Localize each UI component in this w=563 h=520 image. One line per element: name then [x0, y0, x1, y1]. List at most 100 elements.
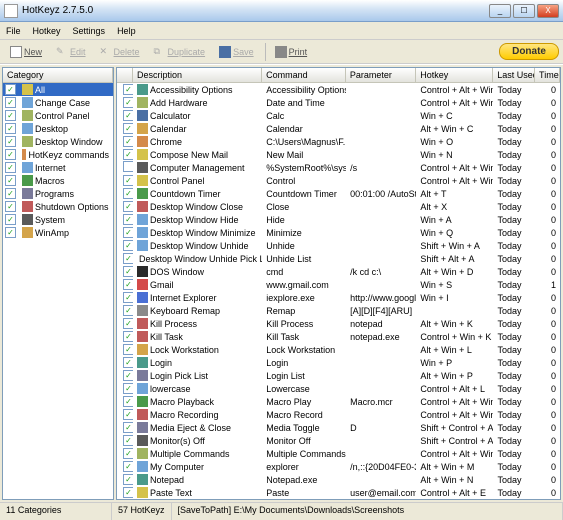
checkbox-icon[interactable]: ✓: [5, 84, 16, 95]
checkbox-icon[interactable]: ✓: [5, 188, 16, 199]
checkbox-icon[interactable]: ✓: [123, 370, 133, 381]
hotkey-row[interactable]: ✓Keyboard RemapRemap[A][D][F4][ARU]Today…: [117, 304, 560, 317]
hotkey-row[interactable]: ✓Macro PlaybackMacro PlayMacro.mcrContro…: [117, 395, 560, 408]
col-hotkey[interactable]: Hotkey: [416, 68, 493, 82]
checkbox-icon[interactable]: ✓: [123, 266, 133, 277]
checkbox-icon[interactable]: ✓: [123, 227, 133, 238]
col-timesused[interactable]: Times Used: [535, 68, 560, 82]
checkbox-icon[interactable]: ✓: [5, 110, 16, 121]
hotkey-row[interactable]: ✓Kill TaskKill Tasknotepad.exeControl + …: [117, 330, 560, 343]
hotkey-row[interactable]: Computer Management%SystemRoot%\syst.../…: [117, 161, 560, 174]
hotkey-row[interactable]: ✓Add HardwareDate and TimeControl + Alt …: [117, 96, 560, 109]
checkbox-icon[interactable]: ✓: [123, 292, 133, 303]
hotkey-row[interactable]: ✓Desktop Window CloseCloseAlt + XToday0: [117, 200, 560, 213]
checkbox-icon[interactable]: [123, 161, 133, 172]
hotkey-row[interactable]: ✓CalculatorCalcWin + CToday0: [117, 109, 560, 122]
checkbox-icon[interactable]: ✓: [123, 435, 133, 446]
checkbox-icon[interactable]: ✓: [123, 396, 133, 407]
menu-file[interactable]: File: [6, 26, 21, 36]
checkbox-icon[interactable]: ✓: [5, 149, 16, 160]
hotkey-row[interactable]: ✓Paste TextPasteuser@email.comControl + …: [117, 486, 560, 499]
checkbox-icon[interactable]: ✓: [123, 409, 133, 420]
hotkey-row[interactable]: ✓Lock WorkstationLock WorkstationAlt + W…: [117, 343, 560, 356]
hotkey-row[interactable]: ✓Internet Exploreriexplore.exehttp://www…: [117, 291, 560, 304]
checkbox-icon[interactable]: ✓: [123, 149, 133, 160]
checkbox-icon[interactable]: ✓: [123, 357, 133, 368]
hotkey-row[interactable]: ✓Desktop Window UnhideUnhideShift + Win …: [117, 239, 560, 252]
close-button[interactable]: X: [537, 4, 559, 18]
checkbox-icon[interactable]: ✓: [123, 448, 133, 459]
category-row[interactable]: ✓Change Case: [3, 96, 113, 109]
checkbox-icon[interactable]: ✓: [123, 461, 133, 472]
category-row[interactable]: ✓Programs: [3, 187, 113, 200]
category-row[interactable]: ✓All: [3, 83, 113, 96]
checkbox-icon[interactable]: ✓: [5, 97, 16, 108]
category-header[interactable]: Category: [3, 68, 113, 82]
checkbox-icon[interactable]: ✓: [123, 214, 133, 225]
category-row[interactable]: ✓Control Panel: [3, 109, 113, 122]
checkbox-icon[interactable]: ✓: [5, 175, 16, 186]
category-row[interactable]: ✓Macros: [3, 174, 113, 187]
checkbox-icon[interactable]: ✓: [123, 110, 133, 121]
donate-button[interactable]: Donate: [499, 43, 559, 60]
checkbox-icon[interactable]: ✓: [123, 422, 133, 433]
menu-settings[interactable]: Settings: [73, 26, 106, 36]
hotkey-row[interactable]: ✓Control PanelControlControl + Alt + Win…: [117, 174, 560, 187]
checkbox-icon[interactable]: ✓: [123, 84, 133, 95]
col-lastused[interactable]: Last Used: [493, 68, 535, 82]
hotkey-row[interactable]: ✓Desktop Window Unhide Pick ListUnhide L…: [117, 252, 560, 265]
hotkey-row[interactable]: ✓Kill ProcessKill ProcessnotepadAlt + Wi…: [117, 317, 560, 330]
category-row[interactable]: ✓WinAmp: [3, 226, 113, 239]
minimize-button[interactable]: _: [489, 4, 511, 18]
checkbox-icon[interactable]: ✓: [5, 227, 16, 238]
hotkey-row[interactable]: ✓Desktop Window HideHideWin + AToday0: [117, 213, 560, 226]
hotkey-row[interactable]: ✓NotepadNotepad.exeAlt + Win + NToday0: [117, 473, 560, 486]
hotkey-row[interactable]: ✓Macro RecordingMacro RecordControl + Al…: [117, 408, 560, 421]
hotkey-row[interactable]: ✓DOS Windowcmd/k cd c:\Alt + Win + DToda…: [117, 265, 560, 278]
checkbox-icon[interactable]: ✓: [123, 474, 133, 485]
hotkey-row[interactable]: ✓Countdown TimerCountdown Timer00:01:00 …: [117, 187, 560, 200]
hotkey-row[interactable]: ✓CalendarCalendarAlt + Win + CToday0: [117, 122, 560, 135]
checkbox-icon[interactable]: ✓: [123, 97, 133, 108]
category-row[interactable]: ✓HotKeyz commands: [3, 148, 113, 161]
checkbox-icon[interactable]: ✓: [5, 123, 16, 134]
checkbox-icon[interactable]: ✓: [123, 487, 133, 498]
hotkey-row[interactable]: ✓ChromeC:\Users\Magnus\F...Win + OToday0: [117, 135, 560, 148]
hotkey-row[interactable]: ✓Media Eject & CloseMedia ToggleDShift +…: [117, 421, 560, 434]
hotkey-row[interactable]: ✓My Computerexplorer/n,::{20D04FE0-3AEA-…: [117, 460, 560, 473]
checkbox-icon[interactable]: ✓: [123, 136, 133, 147]
checkbox-icon[interactable]: ✓: [123, 318, 133, 329]
hotkey-row[interactable]: ✓Multiple CommandsMultiple CommandsContr…: [117, 447, 560, 460]
hotkey-row[interactable]: ✓lowercaseLowercaseControl + Alt + LToda…: [117, 382, 560, 395]
hotkey-row[interactable]: ✓Gmailwww.gmail.comWin + SToday1: [117, 278, 560, 291]
category-row[interactable]: ✓Internet: [3, 161, 113, 174]
new-button[interactable]: New: [4, 43, 48, 61]
category-row[interactable]: ✓System: [3, 213, 113, 226]
maximize-button[interactable]: ☐: [513, 4, 535, 18]
checkbox-icon[interactable]: ✓: [5, 136, 16, 147]
checkbox-icon[interactable]: ✓: [123, 201, 133, 212]
print-button[interactable]: Print: [269, 43, 314, 61]
col-description[interactable]: Description: [133, 68, 262, 82]
category-row[interactable]: ✓Desktop Window: [3, 135, 113, 148]
checkbox-icon[interactable]: ✓: [123, 305, 133, 316]
hotkey-row[interactable]: ✓LoginLoginWin + PToday0: [117, 356, 560, 369]
checkbox-icon[interactable]: ✓: [5, 162, 16, 173]
category-row[interactable]: ✓Shutdown Options: [3, 200, 113, 213]
col-command[interactable]: Command: [262, 68, 346, 82]
duplicate-button[interactable]: ⧉Duplicate: [148, 43, 212, 61]
hotkey-row[interactable]: ✓Monitor(s) OffMonitor OffShift + Contro…: [117, 434, 560, 447]
category-row[interactable]: ✓Desktop: [3, 122, 113, 135]
checkbox-icon[interactable]: ✓: [123, 344, 133, 355]
delete-button[interactable]: ✕Delete: [94, 43, 146, 61]
hotkey-row[interactable]: ✓Accessibility OptionsAccessibility Opti…: [117, 83, 560, 96]
checkbox-icon[interactable]: ✓: [123, 253, 133, 264]
checkbox-icon[interactable]: ✓: [123, 279, 133, 290]
hotkey-row[interactable]: ✓Login Pick ListLogin ListAlt + Win + PT…: [117, 369, 560, 382]
checkbox-icon[interactable]: ✓: [123, 331, 133, 342]
checkbox-icon[interactable]: ✓: [123, 383, 133, 394]
checkbox-icon[interactable]: ✓: [123, 175, 133, 186]
menu-hotkey[interactable]: Hotkey: [33, 26, 61, 36]
col-parameter[interactable]: Parameter: [346, 68, 416, 82]
checkbox-icon[interactable]: ✓: [123, 188, 133, 199]
